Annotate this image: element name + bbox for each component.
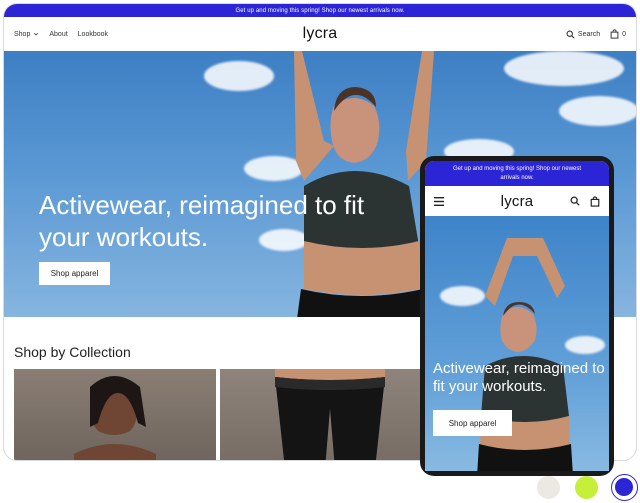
search-button[interactable]: Search bbox=[566, 30, 600, 39]
search-label: Search bbox=[577, 30, 601, 38]
mobile-screen: Get up and moving this spring! Shop our … bbox=[425, 161, 609, 471]
mobile-preview: Get up and moving this spring! Shop our … bbox=[420, 156, 614, 476]
search-icon[interactable] bbox=[570, 196, 580, 206]
cart-icon bbox=[610, 29, 619, 39]
color-swatches bbox=[0, 472, 640, 503]
collection-card[interactable] bbox=[14, 369, 216, 460]
collection-card[interactable] bbox=[220, 369, 430, 460]
mobile-hero-headline: Activewear, reimagined to fit your worko… bbox=[433, 360, 605, 395]
cart-count: 0 bbox=[622, 30, 626, 38]
mobile-logo[interactable]: lycra bbox=[501, 193, 534, 210]
nav-lookbook[interactable]: Lookbook bbox=[78, 31, 108, 38]
site-logo[interactable]: lycra bbox=[303, 25, 338, 43]
swatch-light[interactable] bbox=[537, 476, 560, 499]
cart-icon[interactable] bbox=[590, 195, 600, 207]
model-photo bbox=[74, 376, 156, 460]
hero-headline: Activewear, reimagined to fit your worko… bbox=[39, 190, 365, 252]
mobile-header: lycra bbox=[425, 186, 609, 216]
menu-icon[interactable] bbox=[434, 196, 444, 206]
cart-button[interactable]: 0 bbox=[610, 29, 626, 39]
leggings-photo bbox=[275, 369, 385, 460]
collection-title: Shop by Collection bbox=[14, 344, 131, 360]
nav-about[interactable]: About bbox=[49, 31, 67, 38]
announcement-text: Get up and moving this spring! Shop our … bbox=[235, 7, 405, 14]
chevron-down-icon bbox=[34, 32, 39, 36]
swatch-lime[interactable] bbox=[575, 476, 598, 499]
mobile-announcement-text: Get up and moving this spring! Shop our … bbox=[452, 165, 582, 181]
mobile-shop-apparel-button[interactable]: Shop apparel bbox=[433, 410, 512, 436]
mobile-hero-banner: Activewear, reimagined to fit your worko… bbox=[425, 216, 609, 471]
site-header: Shop About Lookbook lycra Search 0 bbox=[4, 17, 636, 51]
main-nav: Shop About Lookbook bbox=[14, 31, 108, 38]
announcement-bar: Get up and moving this spring! Shop our … bbox=[4, 4, 636, 17]
search-icon bbox=[566, 30, 575, 39]
shop-apparel-button[interactable]: Shop apparel bbox=[39, 262, 110, 285]
mobile-announcement-bar: Get up and moving this spring! Shop our … bbox=[425, 161, 609, 186]
nav-shop[interactable]: Shop bbox=[14, 31, 39, 38]
swatch-blue-selected[interactable] bbox=[611, 474, 638, 501]
swatch-blue-dot bbox=[615, 478, 633, 496]
